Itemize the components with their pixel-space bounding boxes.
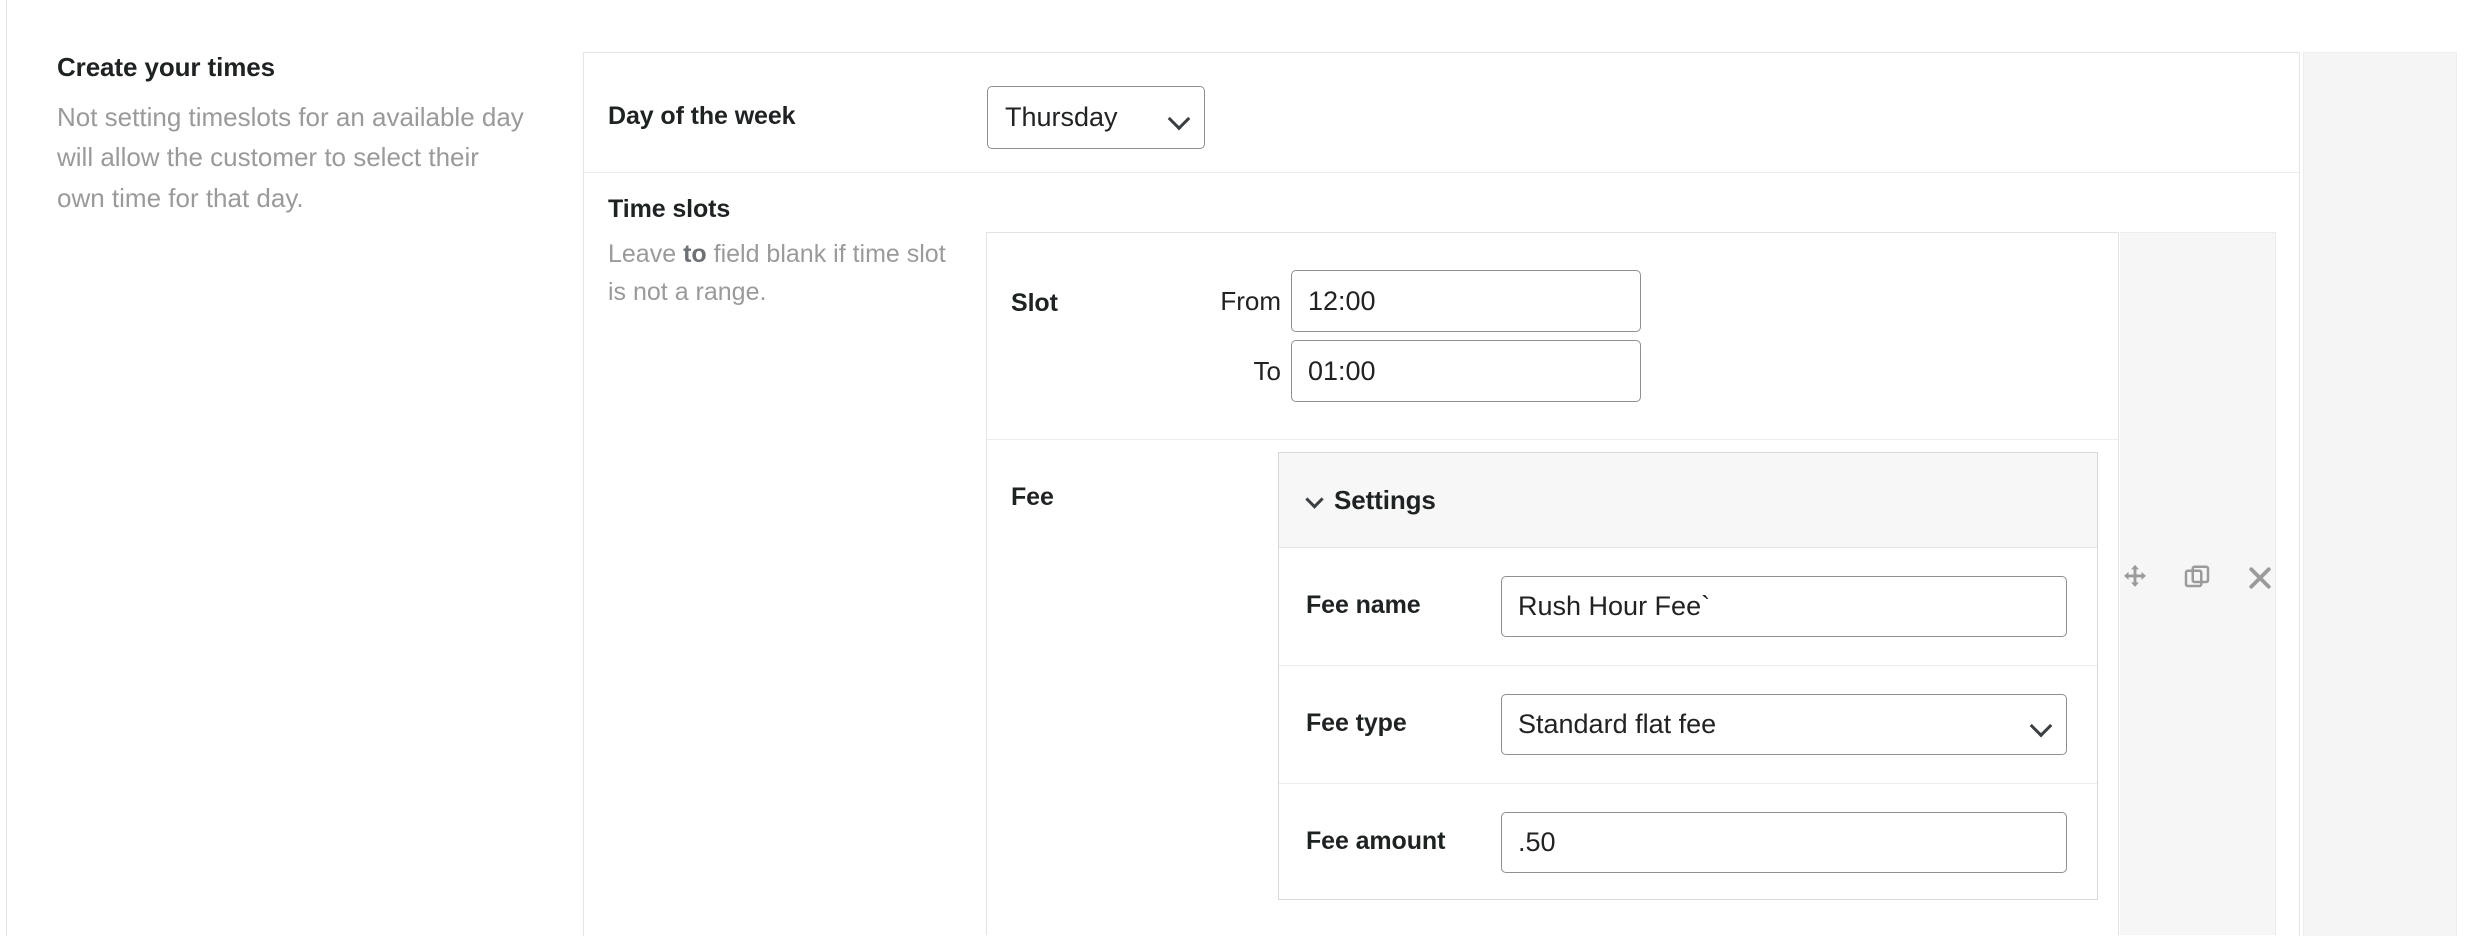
day-of-week-row: Day of the week Thursday: [584, 53, 2299, 173]
intro-section: Create your times Not setting timeslots …: [57, 52, 527, 218]
fee-row: Fee Settings Fee name Rush Hour Fee` Fee…: [987, 440, 2118, 934]
from-field-group: From 12:00: [1173, 270, 1641, 332]
slot-actions-rail: [2120, 232, 2276, 935]
duplicate-icon[interactable]: [2182, 561, 2212, 595]
help-bold: to: [683, 240, 707, 268]
fee-type-select[interactable]: Standard flat fee: [1501, 694, 2067, 755]
fee-settings-card: Settings Fee name Rush Hour Fee` Fee typ…: [1278, 452, 2098, 900]
from-time-input[interactable]: 12:00: [1291, 270, 1641, 332]
fee-settings-title: Settings: [1334, 484, 1436, 515]
day-of-week-value: Thursday: [1005, 102, 1118, 132]
fee-type-value: Standard flat fee: [1518, 709, 1717, 739]
chevron-down-icon: [2030, 714, 2052, 736]
fee-type-row: Fee type Standard flat fee: [1279, 666, 2097, 784]
fee-name-input[interactable]: Rush Hour Fee`: [1501, 576, 2067, 637]
slot-block: Slot From 12:00 To 01:00 Fee Settings Fe…: [986, 232, 2276, 935]
chevron-down-icon: [1168, 107, 1190, 129]
fee-amount-label: Fee amount: [1306, 827, 1446, 855]
fee-amount-row: Fee amount .50: [1279, 784, 2097, 902]
slot-card: Slot From 12:00 To 01:00 Fee Settings Fe…: [986, 232, 2119, 935]
left-edge-divider: [6, 0, 7, 936]
page-title: Create your times: [57, 52, 275, 82]
slot-label: Slot: [1011, 289, 1058, 317]
fee-settings-header[interactable]: Settings: [1279, 453, 2097, 548]
right-side-panel: [2303, 52, 2457, 936]
settings-page: Create your times Not setting timeslots …: [0, 0, 2472, 936]
time-slots-help: Leave to field blank if time slot is not…: [608, 236, 948, 311]
day-of-week-select[interactable]: Thursday: [987, 86, 1205, 149]
move-icon[interactable]: [2120, 561, 2150, 595]
fee-name-label: Fee name: [1306, 591, 1421, 619]
time-slots-row: Time slots Leave to field blank if time …: [584, 173, 2299, 935]
slot-actions: [2120, 561, 2275, 595]
close-icon[interactable]: [2245, 561, 2275, 595]
help-prefix: Leave: [608, 240, 684, 268]
day-of-week-label: Day of the week: [608, 102, 796, 130]
slot-row: Slot From 12:00 To 01:00: [987, 233, 2118, 440]
settings-card: Day of the week Thursday Time slots Leav…: [583, 52, 2300, 936]
to-field-group: To 01:00: [1173, 340, 1641, 402]
to-time-input[interactable]: 01:00: [1291, 340, 1641, 402]
from-label: From: [1220, 285, 1281, 316]
intro-description: Not setting timeslots for an available d…: [57, 102, 524, 213]
time-slots-heading-block: Time slots Leave to field blank if time …: [608, 195, 948, 311]
time-slots-title: Time slots: [608, 195, 731, 223]
to-label: To: [1253, 355, 1281, 386]
chevron-down-icon: [1307, 492, 1325, 510]
fee-name-row: Fee name Rush Hour Fee`: [1279, 548, 2097, 666]
fee-label: Fee: [1011, 483, 1054, 511]
fee-amount-input[interactable]: .50: [1501, 812, 2067, 873]
fee-type-label: Fee type: [1306, 709, 1407, 737]
